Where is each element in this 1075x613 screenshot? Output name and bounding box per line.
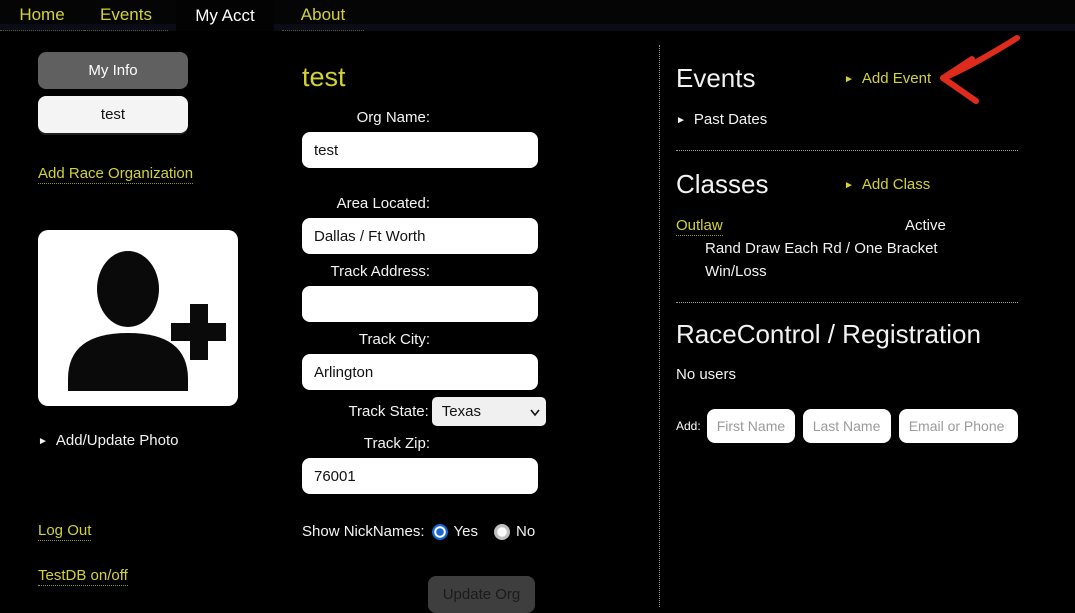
track-city-group: Track City: — [302, 331, 546, 390]
class-status: Active — [905, 217, 946, 234]
show-nicknames-label: Show NickNames: — [302, 523, 425, 540]
top-nav: Home Events My Acct About — [0, 0, 1075, 31]
add-user-row: Add: — [676, 409, 1018, 443]
update-org-button[interactable]: Update Org — [428, 576, 535, 613]
org-name-input[interactable] — [302, 132, 538, 168]
racecontrol-section-header: RaceControl / Registration — [676, 318, 1018, 350]
class-format: Rand Draw Each Rd / One Bracket — [705, 240, 1018, 257]
my-info-button[interactable]: My Info — [38, 52, 188, 89]
class-scoring: Win/Loss — [705, 263, 1018, 280]
org-form-title: test — [302, 62, 546, 93]
add-update-photo-label: Add/Update Photo — [56, 432, 179, 449]
racecontrol-title: RaceControl / Registration — [676, 319, 981, 350]
past-dates-link[interactable]: ► Past Dates — [676, 111, 1018, 128]
email-or-phone-input[interactable] — [899, 409, 1018, 443]
classes-title: Classes — [676, 169, 768, 200]
class-row: Outlaw Active — [676, 217, 1018, 234]
section-divider — [676, 302, 1018, 303]
nicknames-no-radio[interactable] — [494, 524, 510, 540]
classes-section-header: Classes ► Add Class — [676, 168, 1018, 200]
nicknames-no-label: No — [516, 523, 535, 540]
area-located-label: Area Located: — [302, 195, 430, 212]
nav-item-about[interactable]: About — [282, 0, 364, 31]
add-user-label: Add: — [676, 419, 701, 433]
triangle-bullet-icon: ► — [676, 116, 686, 126]
testdb-toggle-link[interactable]: TestDB on/off — [38, 567, 128, 586]
area-located-group: Area Located: — [302, 195, 546, 254]
triangle-bullet-icon: ► — [844, 75, 854, 85]
track-state-label: Track State: — [302, 403, 429, 420]
track-zip-label: Track Zip: — [302, 435, 430, 452]
nav-item-home[interactable]: Home — [0, 0, 84, 31]
track-zip-input[interactable] — [302, 458, 538, 494]
track-state-select[interactable]: Texas — [432, 397, 546, 426]
add-event-label: Add Event — [862, 70, 931, 87]
past-dates-label: Past Dates — [694, 111, 767, 128]
area-located-input[interactable] — [302, 218, 538, 254]
profile-photo-placeholder[interactable] — [38, 230, 238, 406]
nav-item-my-acct[interactable]: My Acct — [176, 0, 274, 31]
person-plus-icon — [50, 241, 226, 396]
last-name-input[interactable] — [803, 409, 891, 443]
add-class-label: Add Class — [862, 176, 930, 193]
no-users-text: No users — [676, 366, 1018, 383]
log-out-link[interactable]: Log Out — [38, 522, 91, 541]
events-title: Events — [676, 63, 756, 94]
org-name-label: Org Name: — [302, 109, 430, 126]
add-race-organization-link[interactable]: Add Race Organization — [38, 165, 193, 184]
events-section-header: Events ► Add Event — [676, 62, 1018, 94]
nav-item-events[interactable]: Events — [84, 0, 168, 31]
track-address-label: Track Address: — [302, 263, 430, 280]
org-name-group: Org Name: — [302, 109, 546, 168]
nicknames-yes-radio[interactable] — [432, 524, 448, 540]
vertical-divider — [659, 45, 660, 607]
track-city-label: Track City: — [302, 331, 430, 348]
org-form: test Org Name: Area Located: Track Addre… — [302, 62, 546, 613]
track-address-input[interactable] — [302, 286, 538, 322]
add-event-link[interactable]: ► Add Event — [844, 70, 931, 87]
track-city-input[interactable] — [302, 354, 538, 390]
triangle-bullet-icon: ► — [38, 437, 48, 447]
show-nicknames-group: Show NickNames: Yes No — [302, 523, 546, 540]
track-state-group: Track State: Texas — [302, 397, 546, 426]
section-divider — [676, 150, 1018, 151]
track-address-group: Track Address: — [302, 263, 546, 322]
class-name-link[interactable]: Outlaw — [676, 217, 723, 236]
first-name-input[interactable] — [707, 409, 795, 443]
track-zip-group: Track Zip: — [302, 435, 546, 494]
nicknames-yes-label: Yes — [454, 523, 478, 540]
add-class-link[interactable]: ► Add Class — [844, 176, 930, 193]
right-panel: Events ► Add Event ► Past Dates Classes … — [676, 62, 1018, 443]
org-name-button[interactable]: test — [38, 96, 188, 133]
add-update-photo-link[interactable]: ► Add/Update Photo — [38, 432, 179, 449]
triangle-bullet-icon: ► — [844, 181, 854, 191]
